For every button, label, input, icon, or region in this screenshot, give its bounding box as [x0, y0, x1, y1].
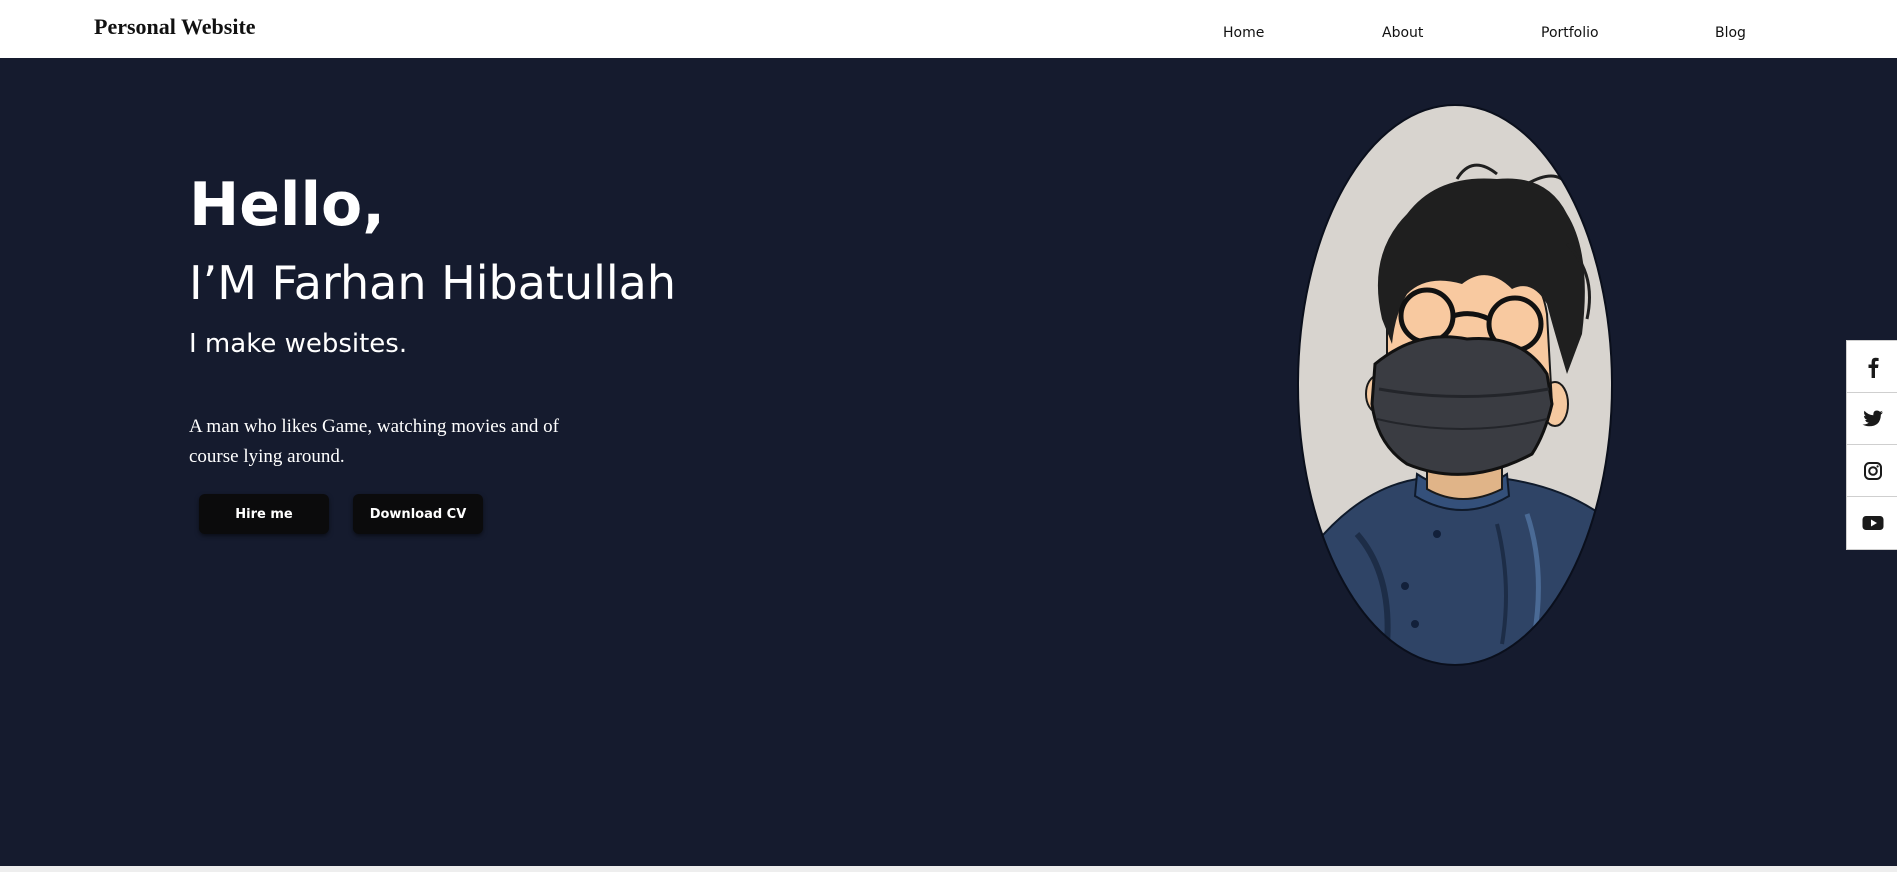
hero-tagline: I make websites. — [189, 329, 408, 359]
instagram-icon — [1863, 461, 1882, 480]
youtube-link[interactable] — [1847, 497, 1897, 549]
site-brand[interactable]: Personal Website — [94, 14, 256, 40]
nav-link-blog[interactable]: Blog — [1715, 25, 1746, 41]
facebook-icon — [1868, 357, 1879, 378]
hero-greeting: Hello, — [189, 170, 386, 240]
facebook-link[interactable] — [1847, 341, 1897, 393]
nav-link-about[interactable]: About — [1382, 25, 1423, 41]
instagram-link[interactable] — [1847, 445, 1897, 497]
twitter-link[interactable] — [1847, 393, 1897, 445]
social-sidebar — [1846, 340, 1897, 550]
hire-me-button[interactable]: Hire me — [199, 494, 329, 534]
hero-name: I’M Farhan Hibatullah — [189, 256, 676, 310]
profile-portrait — [1297, 104, 1613, 666]
hero-description: A man who likes Game, watching movies an… — [189, 416, 559, 467]
page-bottom-strip — [0, 866, 1897, 872]
download-cv-button[interactable]: Download CV — [353, 494, 483, 534]
navbar: Personal Website Home About Portfolio Bl… — [0, 0, 1897, 58]
twitter-icon — [1862, 410, 1883, 426]
nav-link-home[interactable]: Home — [1223, 25, 1264, 41]
youtube-icon — [1862, 516, 1883, 530]
nav-link-portfolio[interactable]: Portfolio — [1541, 25, 1599, 41]
